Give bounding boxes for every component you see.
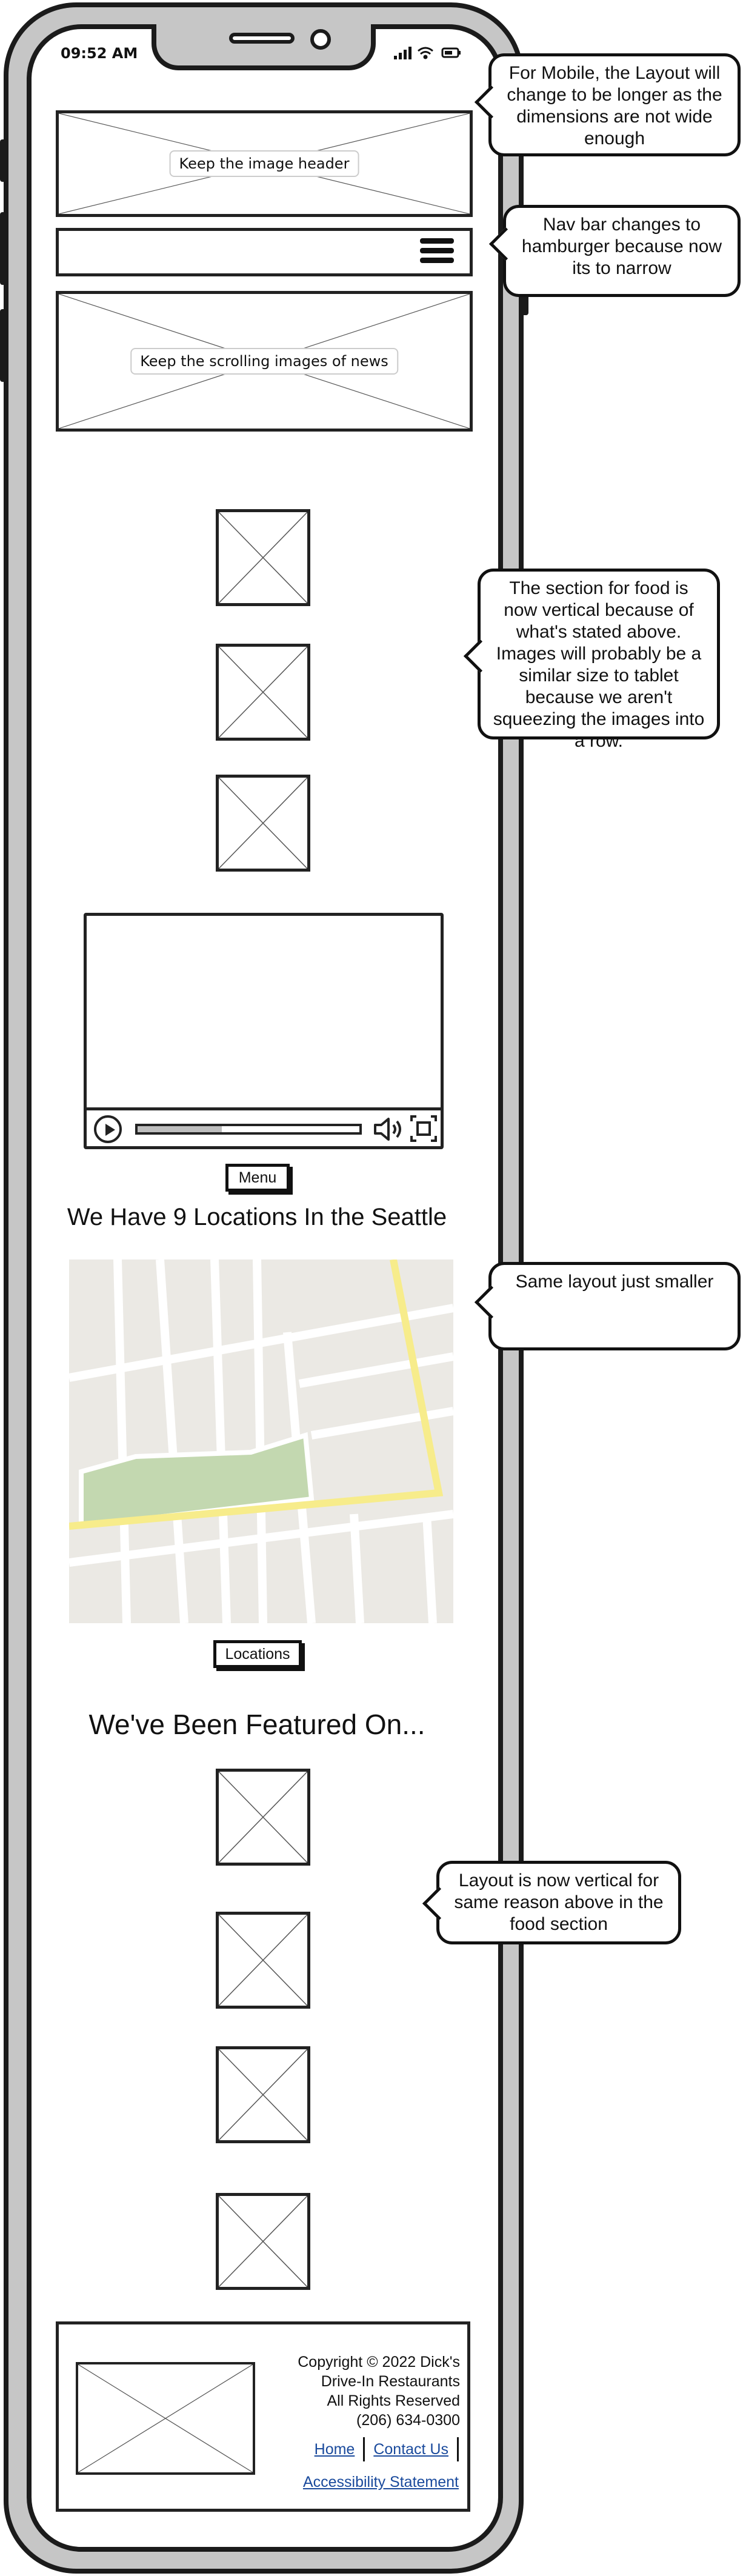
locations-button[interactable]: Locations (213, 1640, 302, 1668)
menu-button[interactable]: Menu (225, 1164, 290, 1192)
video-player[interactable] (84, 913, 444, 1149)
footer: Copyright © 2022 Dick's Drive-In Restaur… (56, 2321, 470, 2512)
home-link[interactable]: Home (315, 2441, 355, 2458)
callout-text: The section for food is now vertical bec… (493, 578, 705, 751)
footer-copyright: Copyright © 2022 Dick's Drive-In Restaur… (298, 2352, 460, 2430)
copyright-line: Copyright © 2022 Dick's (298, 2354, 460, 2371)
copyright-line: All Rights Reserved (327, 2392, 460, 2409)
fullscreen-icon[interactable] (409, 1114, 438, 1143)
phone-volume-down-button (0, 309, 8, 382)
link-divider (457, 2437, 459, 2461)
status-icons (394, 47, 461, 59)
callout-text: For Mobile, the Layout will change to be… (507, 63, 722, 148)
news-carousel-label: Keep the scrolling images of news (130, 348, 398, 375)
status-time: 09:52 AM (61, 45, 138, 62)
front-camera (310, 29, 331, 50)
nav-bar (56, 228, 473, 276)
featured-logo-4 (216, 2193, 310, 2290)
callout-mobile-layout: For Mobile, the Layout will change to be… (474, 53, 741, 156)
header-image-label: Keep the image header (169, 150, 359, 177)
wifi-icon (418, 47, 433, 59)
contact-us-link[interactable]: Contact Us (373, 2441, 448, 2458)
callout-locations: Same layout just smaller (474, 1262, 741, 1350)
callout-food-section: The section for food is now vertical bec… (463, 569, 720, 751)
featured-logo-2 (216, 1912, 310, 2009)
header-image-placeholder: Keep the image header (56, 110, 473, 217)
volume-icon[interactable] (372, 1115, 405, 1143)
callout-text: Nav bar changes to hamburger because now… (521, 215, 722, 278)
footer-logo-placeholder (76, 2362, 255, 2475)
copyright-line: Drive-In Restaurants (321, 2373, 460, 2390)
footer-links: Home Contact Us (315, 2437, 459, 2461)
link-divider (363, 2437, 365, 2461)
callout-text: Layout is now vertical for same reason a… (454, 1870, 664, 1934)
callout-featured: Layout is now vertical for same reason a… (422, 1861, 681, 1944)
phone-volume-up-button (0, 212, 8, 285)
phone-side-button (0, 139, 8, 182)
signal-icon (394, 47, 411, 59)
phone-number: (206) 634-0300 (356, 2412, 460, 2429)
accessibility-statement-link[interactable]: Accessibility Statement (303, 2474, 459, 2491)
featured-heading: We've Been Featured On... (88, 1709, 425, 1740)
play-icon[interactable] (94, 1115, 122, 1143)
hamburger-menu-icon[interactable] (420, 238, 454, 266)
battery-icon (441, 47, 461, 58)
food-image-1 (216, 509, 310, 606)
featured-logo-1 (216, 1769, 310, 1866)
video-progress-bar[interactable] (135, 1124, 362, 1135)
callout-text: Same layout just smaller (515, 1272, 714, 1292)
speaker-grille (229, 33, 295, 44)
news-carousel-placeholder[interactable]: Keep the scrolling images of news (56, 291, 473, 432)
food-image-3 (216, 775, 310, 872)
locations-heading: We Have 9 Locations In the Seattle (67, 1204, 447, 1230)
callout-nav-bar: Nav bar changes to hamburger because now… (488, 205, 741, 297)
video-controls (87, 1107, 441, 1146)
phone-notch (152, 24, 376, 70)
featured-logo-3 (216, 2046, 310, 2143)
food-image-2 (216, 644, 310, 741)
locations-map[interactable] (69, 1260, 453, 1623)
